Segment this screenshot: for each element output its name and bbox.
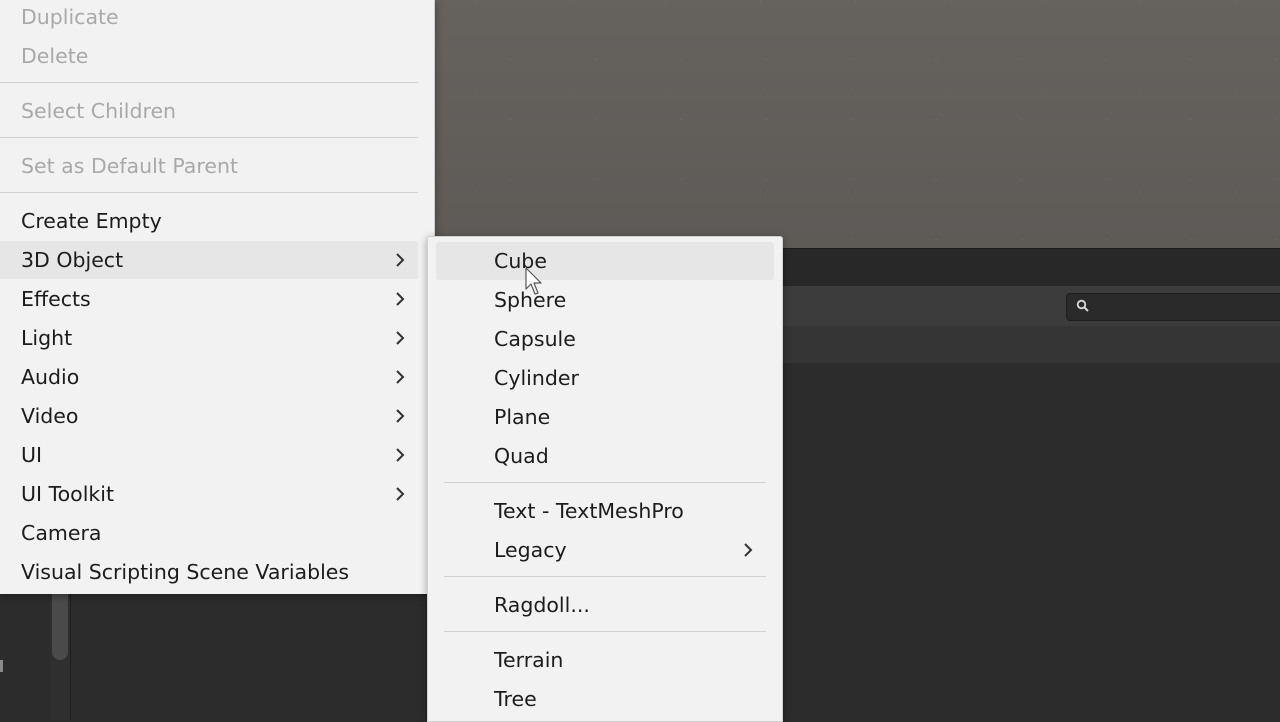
search-icon xyxy=(1076,299,1089,312)
menu-item-light[interactable]: Light xyxy=(0,319,418,357)
menu-item-label: Light xyxy=(21,326,73,350)
menu-item-label: Quad xyxy=(494,444,549,468)
menu-item-label: Capsule xyxy=(494,327,576,351)
chevron-right-icon xyxy=(390,280,410,318)
submenu-item-cylinder[interactable]: Cylinder xyxy=(428,359,782,397)
menu-item-label: Select Children xyxy=(21,99,177,123)
submenu-item-cube[interactable]: Cube xyxy=(436,242,774,280)
chevron-right-icon xyxy=(390,436,410,474)
menu-item-label: Delete xyxy=(21,44,89,68)
menu-item-video[interactable]: Video xyxy=(0,397,418,435)
menu-item-ui-toolkit[interactable]: UI Toolkit xyxy=(0,475,418,513)
submenu-item-quad[interactable]: Quad xyxy=(428,437,782,475)
submenu-item-terrain[interactable]: Terrain xyxy=(428,641,782,679)
menu-item-set-default-parent[interactable]: Set as Default Parent xyxy=(0,147,418,185)
menu-item-label: Text - TextMeshPro xyxy=(494,499,684,523)
submenu-item-plane[interactable]: Plane xyxy=(428,398,782,436)
menu-item-label: Visual Scripting Scene Variables xyxy=(21,560,350,584)
menu-separator xyxy=(444,631,766,632)
menu-item-select-children[interactable]: Select Children xyxy=(0,92,418,130)
search-input[interactable] xyxy=(1066,293,1280,321)
submenu-3d-object: Cube Sphere Capsule Cylinder Plane Quad … xyxy=(427,236,783,722)
mouse-pointer-icon xyxy=(525,267,542,295)
hierarchy-scrollbar[interactable] xyxy=(50,594,71,720)
menu-separator xyxy=(0,82,418,83)
menu-item-label: Effects xyxy=(21,287,91,311)
hierarchy-edge-mark xyxy=(0,660,3,672)
chevron-right-icon xyxy=(738,531,758,569)
menu-item-label: Plane xyxy=(494,405,551,429)
menu-item-label: Camera xyxy=(21,521,102,545)
menu-item-label: Ragdoll... xyxy=(494,593,590,617)
menu-item-create-empty[interactable]: Create Empty xyxy=(0,202,418,240)
menu-item-delete[interactable]: Delete xyxy=(0,37,418,75)
submenu-item-tree[interactable]: Tree xyxy=(428,680,782,718)
menu-item-3d-object[interactable]: 3D Object xyxy=(0,241,418,279)
menu-item-label: Cylinder xyxy=(494,366,579,390)
menu-item-label: Terrain xyxy=(494,648,564,672)
chevron-right-icon xyxy=(390,319,410,357)
menu-separator xyxy=(444,576,766,577)
chevron-right-icon xyxy=(390,358,410,396)
menu-item-effects[interactable]: Effects xyxy=(0,280,418,318)
submenu-item-sphere[interactable]: Sphere xyxy=(428,281,782,319)
menu-item-audio[interactable]: Audio xyxy=(0,358,418,396)
scrollbar-thumb[interactable] xyxy=(52,594,68,660)
chevron-right-icon xyxy=(390,397,410,435)
menu-item-label: Legacy xyxy=(494,538,567,562)
menu-item-label: 3D Object xyxy=(21,248,124,272)
menu-item-camera[interactable]: Camera xyxy=(0,514,418,552)
menu-item-label: Tree xyxy=(494,687,537,711)
context-menu: Duplicate Delete Select Children Set as … xyxy=(0,0,435,594)
menu-item-label: UI xyxy=(21,443,43,467)
menu-item-duplicate[interactable]: Duplicate xyxy=(0,0,418,36)
menu-item-visual-scripting-scene-variables[interactable]: Visual Scripting Scene Variables xyxy=(0,553,418,591)
menu-item-label: Audio xyxy=(21,365,80,389)
menu-item-label: Video xyxy=(21,404,79,428)
submenu-item-ragdoll[interactable]: Ragdoll... xyxy=(428,586,782,624)
submenu-item-legacy[interactable]: Legacy xyxy=(428,531,782,569)
menu-separator xyxy=(0,192,418,193)
menu-item-label: Set as Default Parent xyxy=(21,154,238,178)
menu-item-ui[interactable]: UI xyxy=(0,436,418,474)
chevron-right-icon xyxy=(390,241,410,279)
menu-item-label: UI Toolkit xyxy=(21,482,114,506)
submenu-item-capsule[interactable]: Capsule xyxy=(428,320,782,358)
chevron-right-icon xyxy=(390,475,410,513)
submenu-item-text-textmeshpro[interactable]: Text - TextMeshPro xyxy=(428,492,782,530)
menu-item-label: Duplicate xyxy=(21,5,119,29)
menu-separator xyxy=(0,137,418,138)
menu-separator xyxy=(444,482,766,483)
menu-item-label: Create Empty xyxy=(21,209,162,233)
